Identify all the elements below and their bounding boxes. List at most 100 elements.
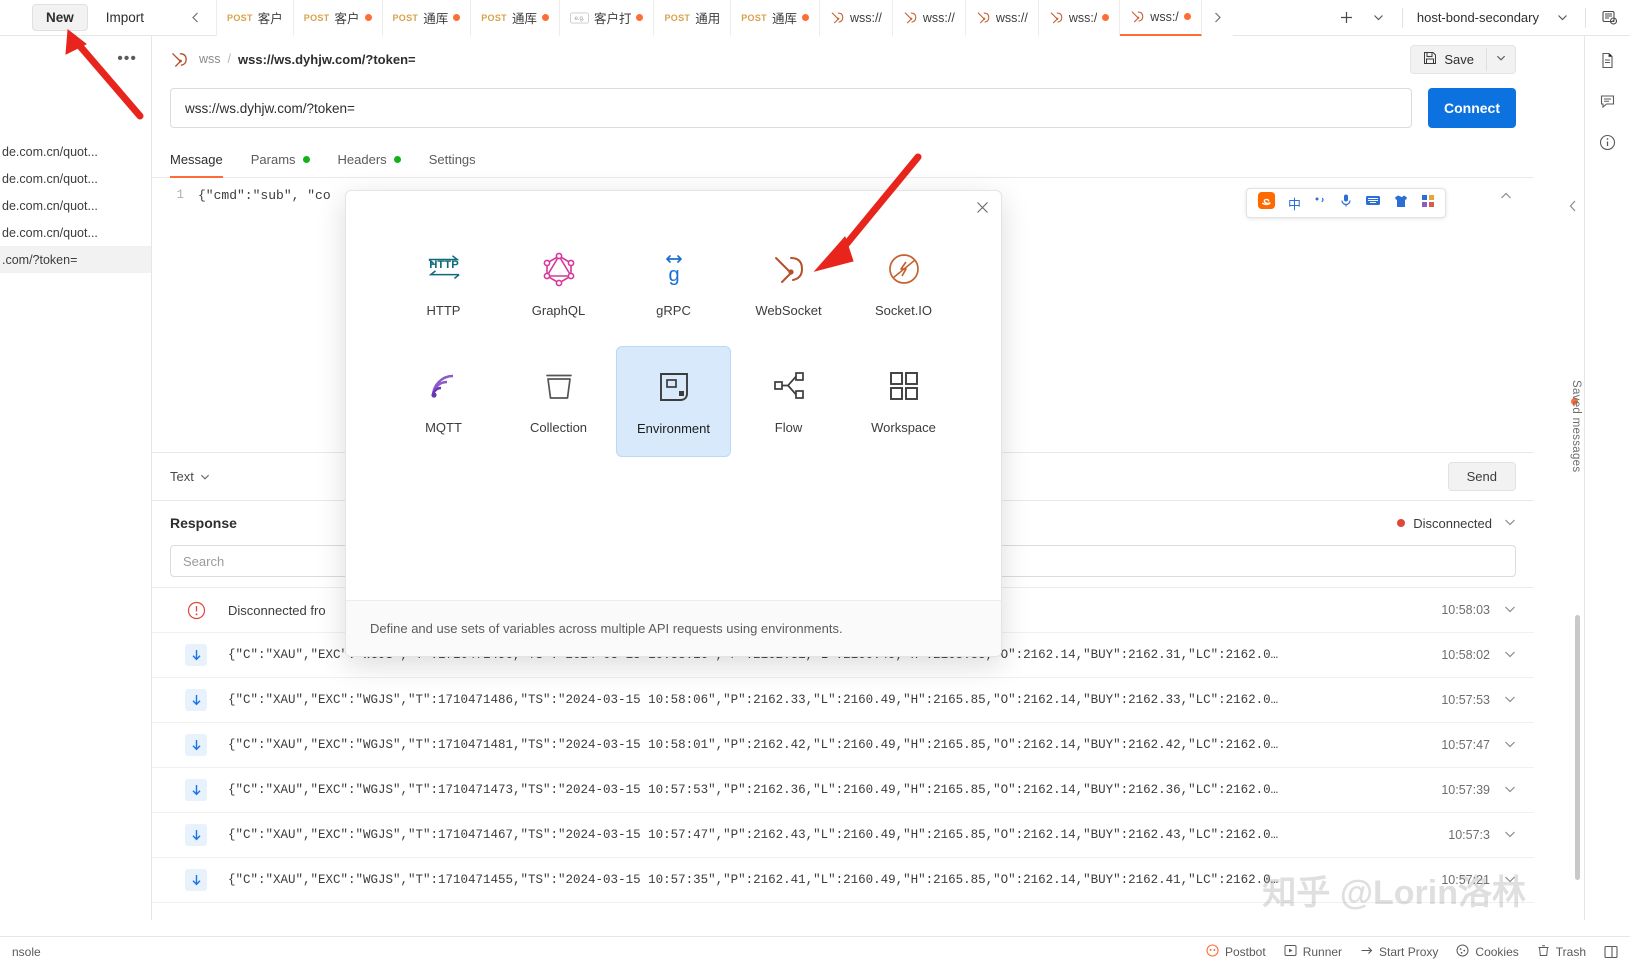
bottom-bar-start-proxy[interactable]: Start Proxy	[1360, 944, 1438, 960]
tab-message[interactable]: Message	[170, 142, 223, 178]
editor-collapse-chevron-up-icon[interactable]	[1500, 190, 1512, 204]
request-tab[interactable]: POST 通厍	[471, 0, 560, 36]
request-tab[interactable]: wss://	[892, 0, 966, 36]
runner-icon[interactable]	[1594, 3, 1624, 33]
request-tab[interactable]: POST 通厍	[382, 0, 472, 36]
table-row[interactable]: {"C":"XAU","EXC":"WGJS","T":1710471473,"…	[152, 768, 1534, 813]
workspace-name[interactable]: host-bond-secondary	[1411, 10, 1545, 25]
info-icon[interactable]	[1599, 134, 1616, 151]
request-tab[interactable]: wss://	[965, 0, 1039, 36]
request-tab[interactable]: POST 通用	[654, 0, 732, 36]
sidebar-item-label: de.com.cn/quot...	[2, 171, 98, 186]
bottom-bar-label: Runner	[1302, 944, 1343, 959]
create-option-mqtt[interactable]: MQTT	[386, 346, 501, 457]
sidebar-back-icon[interactable]	[180, 3, 210, 33]
ellipsis-icon[interactable]: •••	[117, 50, 137, 68]
bottom-bar-cookies[interactable]: Cookies	[1456, 944, 1519, 960]
comment-icon[interactable]	[1599, 93, 1616, 110]
sidebar-item[interactable]: de.com.cn/quot...	[0, 219, 151, 246]
table-row[interactable]: {"C":"XAU","EXC":"WGJS","T":1710471486,"…	[152, 678, 1534, 723]
row-expand-chevron-down-icon[interactable]	[1504, 738, 1516, 752]
row-expand-chevron-down-icon[interactable]	[1504, 603, 1516, 617]
table-row[interactable]: {"C":"XAU","EXC":"WGJS","T":1710471455,"…	[152, 858, 1534, 903]
create-option-workspace[interactable]: Workspace	[846, 346, 961, 457]
row-expand-chevron-down-icon[interactable]	[1504, 873, 1516, 887]
row-timestamp: 10:57:53	[1441, 693, 1490, 707]
console-button[interactable]: nsole	[12, 945, 41, 959]
arrow-down-icon	[185, 689, 207, 711]
new-button[interactable]: New	[32, 4, 88, 31]
import-button[interactable]: Import	[91, 4, 159, 31]
arrow-down-icon	[185, 869, 207, 891]
workspace-chevron-down-icon[interactable]	[1547, 3, 1577, 33]
response-scrollbar[interactable]	[1575, 615, 1580, 880]
bottom-bar-runner[interactable]: Runner	[1284, 944, 1342, 960]
layout-icon[interactable]	[1604, 945, 1618, 959]
create-option-environment[interactable]: Environment	[616, 346, 731, 457]
bottom-bar-trash[interactable]: Trash	[1537, 944, 1586, 960]
saved-messages-label[interactable]: Saved messages	[1570, 380, 1582, 472]
tab-overflow-chevron-right-icon[interactable]	[1201, 0, 1233, 36]
create-option-flow[interactable]: Flow	[731, 346, 846, 457]
tab-title: 客户	[334, 12, 360, 26]
sidebar-item[interactable]: .com/?token=	[0, 246, 151, 273]
create-option-http[interactable]: HTTP HTTP	[386, 229, 501, 338]
sidebar-item-label: de.com.cn/quot...	[2, 144, 98, 159]
tab-params[interactable]: Params	[251, 142, 310, 178]
punctuation-icon[interactable]	[1313, 194, 1327, 213]
graphql-icon	[542, 249, 576, 289]
save-button[interactable]: Save	[1411, 46, 1486, 73]
request-tab[interactable]: wss://	[819, 0, 893, 36]
close-icon[interactable]	[976, 201, 989, 219]
create-option-graphql[interactable]: GraphQL	[501, 229, 616, 338]
document-icon[interactable]	[1599, 52, 1616, 69]
request-tab-strip[interactable]: POST 客户 POST 客户 POST 通厍 POST 通厍 e.g. 客户打 POST 通用 PO…	[216, 0, 1332, 36]
request-tab[interactable]: POST 客户	[293, 0, 383, 36]
request-tab[interactable]: wss:/	[1038, 0, 1121, 36]
rail-collapse-chevron-left-icon[interactable]	[1568, 200, 1578, 215]
request-tab[interactable]: POST 客户	[217, 0, 294, 36]
http-icon: HTTP	[425, 249, 463, 289]
save-options-chevron-down-icon[interactable]	[1486, 47, 1515, 71]
response-collapse-chevron-down-icon[interactable]	[1504, 516, 1516, 530]
bottom-bar-postbot[interactable]: Postbot	[1206, 943, 1266, 960]
row-expand-chevron-down-icon[interactable]	[1504, 783, 1516, 797]
message-format-select[interactable]: Text	[170, 469, 210, 484]
tab-headers[interactable]: Headers	[338, 142, 401, 178]
row-expand-chevron-down-icon[interactable]	[1504, 648, 1516, 662]
sidebar-item-label: de.com.cn/quot...	[2, 225, 98, 240]
create-option-grpc[interactable]: g gRPC	[616, 229, 731, 338]
table-row[interactable]: {"C":"XAU","EXC":"WGJS","T":1710471467,"…	[152, 813, 1534, 858]
tab-list-chevron-down-icon[interactable]	[1364, 3, 1394, 33]
ime-toolbar[interactable]: 中	[1245, 188, 1446, 218]
sidebar-item[interactable]: de.com.cn/quot...	[0, 192, 151, 219]
request-tab[interactable]: wss:/	[1120, 0, 1202, 36]
send-button[interactable]: Send	[1447, 462, 1516, 491]
request-tab[interactable]: e.g. 客户打	[559, 0, 655, 36]
skin-icon[interactable]	[1393, 194, 1409, 213]
bottom-bar-label: Postbot	[1224, 944, 1266, 959]
request-tab[interactable]: POST 通厍	[731, 0, 820, 36]
sidebar-toolbar: •••	[0, 36, 151, 82]
create-option-collection[interactable]: Collection	[501, 346, 616, 457]
row-expand-chevron-down-icon[interactable]	[1504, 828, 1516, 842]
tab-settings[interactable]: Settings	[429, 142, 476, 178]
arrow-down-icon	[185, 734, 207, 756]
svg-text:g: g	[668, 264, 679, 286]
table-row[interactable]: {"C":"XAU","EXC":"WGJS","T":1710471481,"…	[152, 723, 1534, 768]
ime-language-label[interactable]: 中	[1288, 194, 1301, 213]
url-input[interactable]	[170, 88, 1412, 128]
sidebar-request-list: de.com.cn/quot... de.com.cn/quot... de.com…	[0, 82, 151, 273]
connect-button[interactable]: Connect	[1428, 88, 1516, 128]
sidebar-item[interactable]: de.com.cn/quot...	[0, 138, 151, 165]
keyboard-icon[interactable]	[1365, 194, 1381, 212]
row-message-text: {"C":"XAU","EXC":"WGJS","T":1710471473,"…	[228, 783, 1279, 797]
new-tab-button[interactable]	[1332, 3, 1362, 33]
apps-icon[interactable]	[1421, 194, 1435, 213]
sidebar-item[interactable]: de.com.cn/quot...	[0, 165, 151, 192]
create-option-socket-io[interactable]: Socket.IO	[846, 229, 961, 338]
row-expand-chevron-down-icon[interactable]	[1504, 693, 1516, 707]
create-option-websocket[interactable]: WebSocket	[731, 229, 846, 338]
microphone-icon[interactable]	[1339, 193, 1353, 213]
bottom-status-bar: nsole Postbot Runner Start Proxy Cookies Tra…	[0, 936, 1630, 966]
